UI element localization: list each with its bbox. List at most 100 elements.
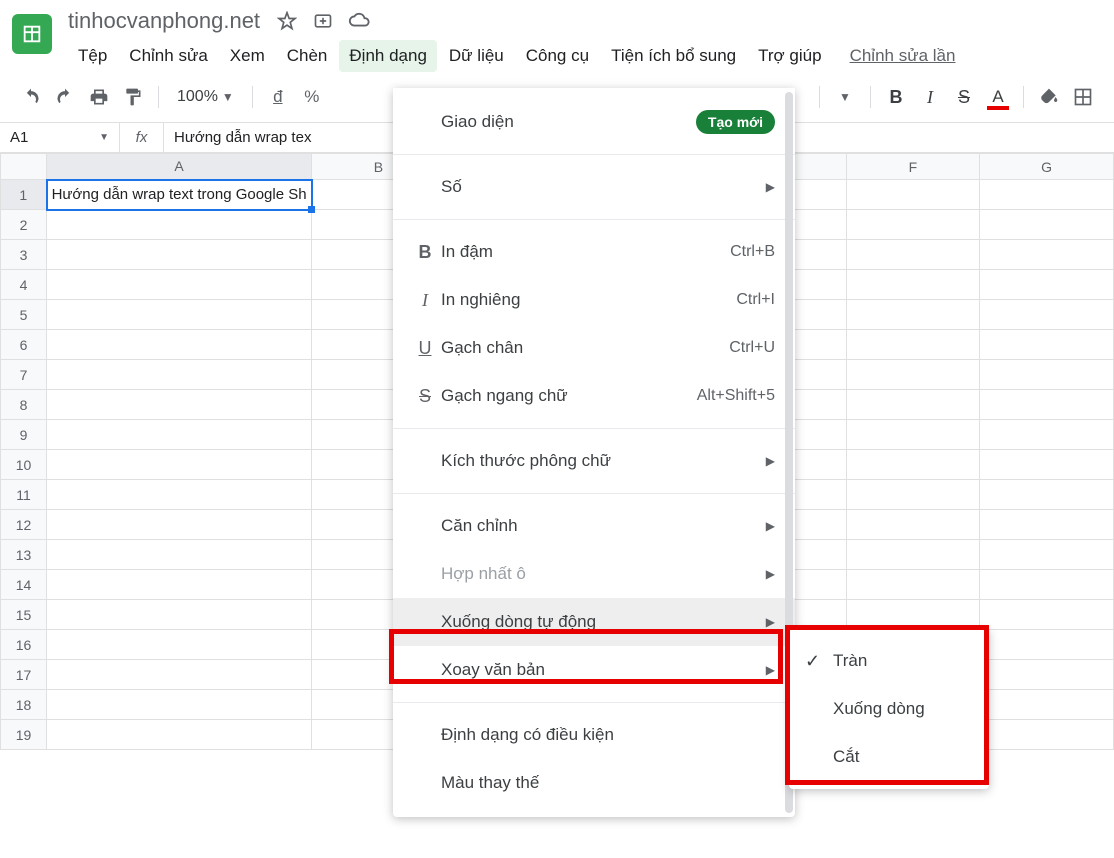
menu-item-theme[interactable]: Giao diện Tạo mới bbox=[393, 98, 795, 146]
cell[interactable] bbox=[846, 480, 980, 510]
cell[interactable] bbox=[47, 630, 312, 660]
row-header[interactable]: 15 bbox=[1, 600, 47, 630]
menu-item-align[interactable]: Căn chỉnh ▶ bbox=[393, 502, 795, 550]
text-color-icon[interactable]: A bbox=[983, 82, 1013, 112]
cell[interactable] bbox=[47, 690, 312, 720]
cell[interactable] bbox=[980, 420, 1114, 450]
cell[interactable] bbox=[47, 450, 312, 480]
menu-addons[interactable]: Tiện ích bổ sung bbox=[601, 40, 746, 72]
submenu-item-overflow[interactable]: ✓ Tràn bbox=[789, 637, 989, 685]
cell[interactable] bbox=[980, 720, 1114, 750]
borders-icon[interactable] bbox=[1068, 82, 1098, 112]
menu-item-text-rotation[interactable]: Xoay văn bản ▶ bbox=[393, 646, 795, 694]
menu-item-strikethrough[interactable]: S Gạch ngang chữ Alt+Shift+5 bbox=[393, 372, 795, 420]
menu-item-underline[interactable]: U Gạch chân Ctrl+U bbox=[393, 324, 795, 372]
cell[interactable] bbox=[47, 330, 312, 360]
row-header[interactable]: 12 bbox=[1, 510, 47, 540]
italic-icon[interactable]: I bbox=[915, 82, 945, 112]
col-header-a[interactable]: A bbox=[47, 154, 312, 180]
row-header[interactable]: 4 bbox=[1, 270, 47, 300]
row-header[interactable]: 16 bbox=[1, 630, 47, 660]
submenu-item-wrap[interactable]: Xuống dòng bbox=[789, 685, 989, 733]
cell[interactable] bbox=[47, 510, 312, 540]
cell[interactable] bbox=[846, 510, 980, 540]
cell[interactable] bbox=[980, 600, 1114, 630]
menu-format[interactable]: Định dạng bbox=[339, 40, 437, 72]
cell[interactable] bbox=[846, 210, 980, 240]
cell[interactable] bbox=[846, 270, 980, 300]
cell[interactable] bbox=[846, 450, 980, 480]
cell[interactable] bbox=[47, 240, 312, 270]
last-edit-link[interactable]: Chỉnh sửa lần bbox=[850, 40, 956, 72]
cell[interactable] bbox=[980, 540, 1114, 570]
cell[interactable] bbox=[47, 420, 312, 450]
row-header[interactable]: 17 bbox=[1, 660, 47, 690]
row-header[interactable]: 1 bbox=[1, 180, 47, 210]
cell[interactable] bbox=[846, 420, 980, 450]
move-icon[interactable] bbox=[312, 10, 334, 32]
cell[interactable] bbox=[980, 630, 1114, 660]
row-header[interactable]: 19 bbox=[1, 720, 47, 750]
undo-icon[interactable] bbox=[16, 82, 46, 112]
menu-item-alternating-colors[interactable]: Màu thay thế bbox=[393, 759, 795, 807]
zoom-select[interactable]: 100% ▼ bbox=[169, 88, 242, 106]
row-header[interactable]: 5 bbox=[1, 300, 47, 330]
strikethrough-icon[interactable]: S bbox=[949, 82, 979, 112]
row-header[interactable]: 2 bbox=[1, 210, 47, 240]
menu-item-italic[interactable]: I In nghiêng Ctrl+I bbox=[393, 276, 795, 324]
cell[interactable] bbox=[980, 480, 1114, 510]
cell[interactable] bbox=[846, 180, 980, 210]
cell[interactable] bbox=[846, 360, 980, 390]
cell[interactable] bbox=[980, 450, 1114, 480]
cell[interactable] bbox=[846, 300, 980, 330]
row-header[interactable]: 9 bbox=[1, 420, 47, 450]
row-header[interactable]: 14 bbox=[1, 570, 47, 600]
select-all-corner[interactable] bbox=[1, 154, 47, 180]
cell[interactable] bbox=[47, 720, 312, 750]
fill-color-icon[interactable] bbox=[1034, 82, 1064, 112]
cell[interactable] bbox=[980, 240, 1114, 270]
cell[interactable] bbox=[980, 210, 1114, 240]
chevron-down-icon[interactable]: ▼ bbox=[830, 82, 860, 112]
submenu-item-clip[interactable]: Cắt bbox=[789, 733, 989, 781]
sheets-logo[interactable] bbox=[12, 14, 52, 54]
menu-view[interactable]: Xem bbox=[220, 40, 275, 72]
menu-edit[interactable]: Chỉnh sửa bbox=[119, 40, 217, 72]
menu-file[interactable]: Tệp bbox=[68, 40, 117, 72]
menu-item-bold[interactable]: B In đậm Ctrl+B bbox=[393, 228, 795, 276]
cell[interactable] bbox=[980, 300, 1114, 330]
row-header[interactable]: 10 bbox=[1, 450, 47, 480]
cell[interactable] bbox=[846, 540, 980, 570]
menu-tools[interactable]: Công cụ bbox=[516, 40, 599, 72]
cell[interactable] bbox=[47, 360, 312, 390]
cell[interactable] bbox=[980, 360, 1114, 390]
cell[interactable] bbox=[980, 690, 1114, 720]
bold-icon[interactable]: B bbox=[881, 82, 911, 112]
row-header[interactable]: 8 bbox=[1, 390, 47, 420]
print-icon[interactable] bbox=[84, 82, 114, 112]
cell[interactable] bbox=[846, 240, 980, 270]
name-box[interactable]: A1 ▼ bbox=[0, 123, 120, 152]
cell[interactable] bbox=[980, 180, 1114, 210]
cell[interactable] bbox=[980, 270, 1114, 300]
document-title[interactable]: tinhocvanphong.net bbox=[68, 8, 260, 34]
percent-button[interactable]: % bbox=[297, 82, 327, 112]
cell[interactable] bbox=[846, 390, 980, 420]
row-header[interactable]: 18 bbox=[1, 690, 47, 720]
menu-data[interactable]: Dữ liệu bbox=[439, 40, 514, 72]
cell[interactable] bbox=[47, 390, 312, 420]
menu-item-number[interactable]: Số ▶ bbox=[393, 163, 795, 211]
row-header[interactable]: 13 bbox=[1, 540, 47, 570]
row-header[interactable]: 6 bbox=[1, 330, 47, 360]
cell-a1[interactable]: Hướng dẫn wrap text trong Google Sh bbox=[47, 180, 312, 210]
cell[interactable] bbox=[980, 510, 1114, 540]
cell[interactable] bbox=[47, 570, 312, 600]
menu-item-fontsize[interactable]: Kích thước phông chữ ▶ bbox=[393, 437, 795, 485]
cell[interactable] bbox=[47, 300, 312, 330]
cell[interactable] bbox=[846, 600, 980, 630]
col-header-g[interactable]: G bbox=[980, 154, 1114, 180]
cell[interactable] bbox=[47, 480, 312, 510]
menu-item-text-wrapping[interactable]: Xuống dòng tự động ▶ bbox=[393, 598, 795, 646]
cell[interactable] bbox=[980, 390, 1114, 420]
menu-insert[interactable]: Chèn bbox=[277, 40, 338, 72]
